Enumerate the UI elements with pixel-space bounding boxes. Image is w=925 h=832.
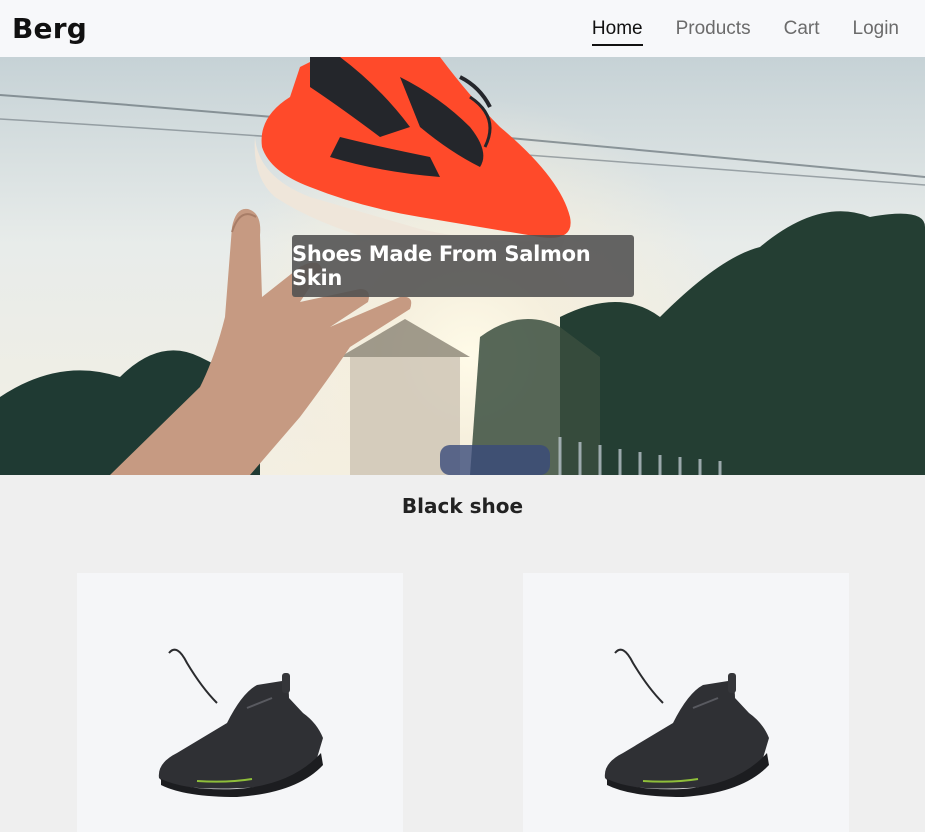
nav-login-link[interactable]: Login [853,16,900,42]
nav-home-link[interactable]: Home [591,16,643,46]
section-title: Black shoe [401,494,524,518]
black-sneaker-icon [523,573,849,832]
hero-banner: Shoes Made From Salmon Skin [0,57,925,475]
nav-links: Home Products Cart Login [559,16,900,46]
brand-logo[interactable]: Berg [12,12,87,45]
black-sneaker-icon [77,573,403,832]
navbar: Berg Home Products Cart Login [0,0,925,57]
product-card[interactable] [523,573,849,832]
nav-products-link[interactable]: Products [676,16,751,42]
product-card[interactable] [77,573,403,832]
nav-cart-link[interactable]: Cart [784,16,820,42]
hero-caption: Shoes Made From Salmon Skin [292,235,634,297]
